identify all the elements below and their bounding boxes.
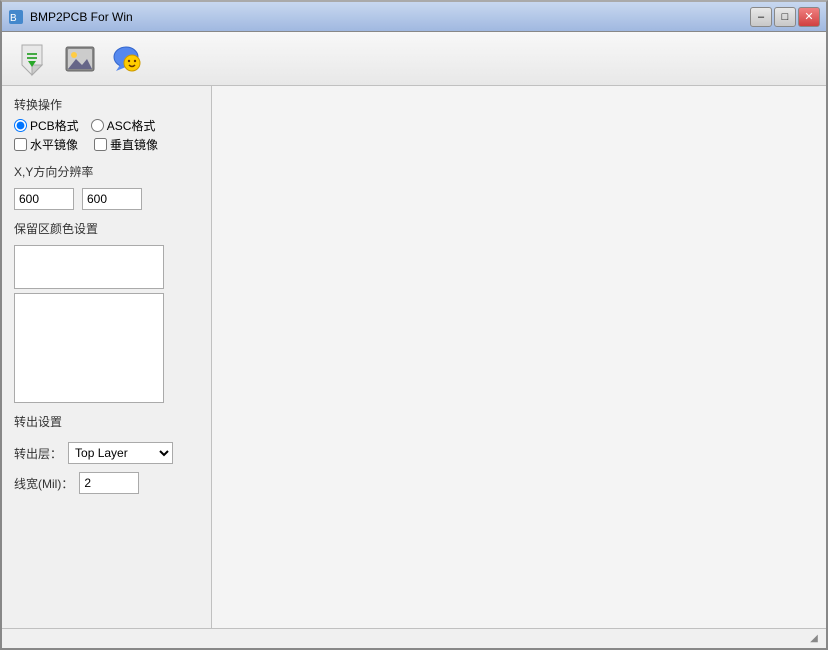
color-list[interactable] — [14, 293, 164, 403]
pcb-format-input[interactable] — [14, 119, 27, 132]
resize-grip: ◢ — [806, 631, 822, 647]
image-button[interactable] — [58, 37, 102, 81]
horizontal-mirror-check[interactable]: 水平镜像 — [14, 136, 78, 153]
asc-format-input[interactable] — [91, 119, 104, 132]
close-button[interactable]: ✕ — [798, 7, 820, 27]
app-icon: B — [8, 9, 24, 25]
asc-format-label: ASC格式 — [107, 117, 156, 134]
vertical-mirror-input[interactable] — [94, 138, 107, 151]
import-icon — [14, 41, 50, 77]
line-width-label: 线宽(Mil)： — [14, 475, 73, 492]
image-icon — [62, 41, 98, 77]
output-layer-select[interactable]: Top Layer Bottom Layer GND Layer PWR Lay… — [68, 442, 173, 464]
asc-format-radio[interactable]: ASC格式 — [91, 117, 156, 134]
vertical-mirror-check[interactable]: 垂直镜像 — [94, 136, 158, 153]
toolbar — [2, 32, 826, 86]
color-section-title: 保留区颜色设置 — [14, 220, 199, 237]
maximize-button[interactable]: □ — [774, 7, 796, 27]
import-button[interactable] — [10, 37, 54, 81]
convert-section-title: 转换操作 — [14, 96, 199, 113]
title-bar-left: B BMP2PCB For Win — [8, 9, 133, 25]
line-width-row: 线宽(Mil)： — [14, 472, 199, 494]
resolution-section: X,Y方向分辨率 — [14, 163, 199, 210]
output-layer-label: 转出层： — [14, 445, 62, 462]
window-title: BMP2PCB For Win — [30, 10, 133, 24]
line-width-input[interactable] — [79, 472, 139, 494]
title-bar: B BMP2PCB For Win – □ ✕ — [2, 2, 826, 32]
output-section-title: 转出设置 — [14, 413, 199, 430]
horizontal-mirror-input[interactable] — [14, 138, 27, 151]
left-panel: 转换操作 PCB格式 ASC格式 水平镜像 — [2, 86, 212, 628]
horizontal-mirror-label: 水平镜像 — [30, 136, 78, 153]
color-section: 保留区颜色设置 — [14, 220, 199, 403]
resolution-section-title: X,Y方向分辨率 — [14, 163, 199, 180]
minimize-button[interactable]: – — [750, 7, 772, 27]
chat-icon — [110, 41, 146, 77]
resolution-x-input[interactable] — [14, 188, 74, 210]
vertical-mirror-label: 垂直镜像 — [110, 136, 158, 153]
main-area: 转换操作 PCB格式 ASC格式 水平镜像 — [2, 86, 826, 628]
title-controls: – □ ✕ — [750, 7, 820, 27]
format-radio-group: PCB格式 ASC格式 — [14, 117, 199, 134]
mirror-group: 水平镜像 垂直镜像 — [14, 136, 199, 153]
resolution-inputs — [14, 188, 199, 210]
pcb-format-radio[interactable]: PCB格式 — [14, 117, 79, 134]
color-preview-box[interactable] — [14, 245, 164, 289]
right-panel — [212, 86, 826, 628]
output-layer-row: 转出层： Top Layer Bottom Layer GND Layer PW… — [14, 442, 199, 464]
about-button[interactable] — [106, 37, 150, 81]
resolution-y-input[interactable] — [82, 188, 142, 210]
output-section: 转出设置 转出层： Top Layer Bottom Layer GND Lay… — [14, 413, 199, 494]
svg-text:B: B — [10, 13, 17, 24]
main-window: B BMP2PCB For Win – □ ✕ — [0, 0, 828, 650]
convert-section: 转换操作 PCB格式 ASC格式 水平镜像 — [14, 96, 199, 153]
pcb-format-label: PCB格式 — [30, 117, 79, 134]
status-bar: ◢ — [2, 628, 826, 648]
